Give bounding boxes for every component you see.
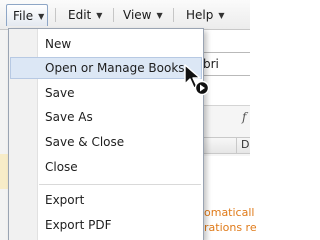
- menu-view-label: View: [123, 8, 152, 22]
- menu-help[interactable]: Help ▼: [180, 4, 236, 26]
- menu-edit[interactable]: Edit ▼: [62, 4, 114, 26]
- menu-separator: [173, 8, 174, 22]
- menu-item-save-and-close[interactable]: Save & Close: [10, 131, 202, 153]
- menu-item-label: Save: [45, 86, 75, 100]
- menu-item-label: Close: [45, 160, 78, 174]
- menu-item-open-or-manage-books[interactable]: Open or Manage Books: [10, 57, 202, 79]
- row-highlight: [0, 154, 8, 189]
- menu-help-label: Help: [186, 8, 214, 22]
- cursor-busy-icon: [184, 64, 210, 96]
- chevron-down-icon: ▼: [38, 12, 45, 21]
- menu-view[interactable]: View ▼: [117, 4, 173, 26]
- cell-text: rations re: [204, 221, 257, 234]
- menu-bar: File ▼ Edit ▼ View ▼ Help ▼: [0, 0, 250, 30]
- column-header-d[interactable]: D: [241, 138, 249, 151]
- chevron-down-icon: ▼: [218, 11, 225, 20]
- file-menu-dropdown: New Open or Manage Books Save Save As Sa…: [8, 28, 204, 240]
- function-icon: f: [242, 110, 247, 124]
- menu-item-export-pdf[interactable]: Export PDF: [10, 214, 202, 236]
- cell-text: omaticall: [204, 206, 255, 219]
- menu-separator: [55, 8, 56, 22]
- menu-item-label: Open or Manage Books: [45, 61, 185, 75]
- menu-file-label: File: [13, 9, 34, 23]
- menu-item-label: Export PDF: [45, 218, 112, 232]
- menu-file[interactable]: File ▼: [6, 4, 48, 26]
- chevron-down-icon: ▼: [156, 11, 163, 20]
- menu-item-close[interactable]: Close: [10, 156, 202, 178]
- menu-item-label: New: [45, 37, 72, 51]
- menu-item-label: Save & Close: [45, 135, 125, 149]
- menu-item-new[interactable]: New: [10, 33, 202, 55]
- menu-item-save[interactable]: Save: [10, 82, 202, 104]
- menu-divider: [39, 184, 201, 185]
- menu-separator: [113, 8, 114, 22]
- menu-item-label: Save As: [45, 110, 93, 124]
- chevron-down-icon: ▼: [96, 11, 103, 20]
- menu-item-label: Export: [45, 193, 85, 207]
- menu-edit-label: Edit: [68, 8, 92, 22]
- menu-item-save-as[interactable]: Save As: [10, 106, 202, 128]
- menu-item-export[interactable]: Export: [10, 189, 202, 211]
